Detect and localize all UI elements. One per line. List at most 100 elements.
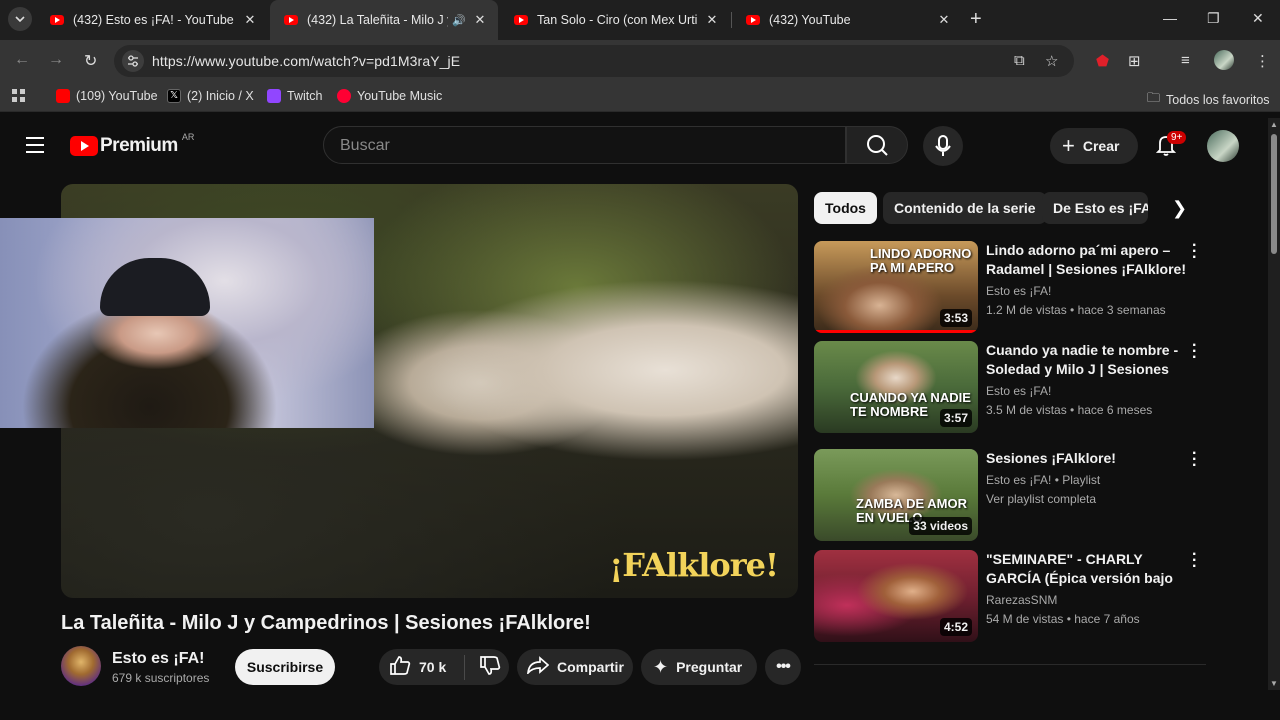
thumbs-up-icon <box>389 655 411 680</box>
rec-channel: Esto es ¡FA! <box>986 284 1052 298</box>
playlist-count-badge: 33 videos <box>909 517 972 535</box>
bookmarks-bar: (109) YouTube 𝕏 (2) Inicio / X Twitch Yo… <box>0 82 1280 112</box>
sparkle-icon: ✦ <box>653 656 669 677</box>
url-text: https://www.youtube.com/watch?v=pd1M3raY… <box>152 53 461 69</box>
scroll-down-icon[interactable]: ▼ <box>1270 679 1278 688</box>
reload-button[interactable]: ↻ <box>84 51 97 71</box>
playlist-thumbnail[interactable]: ZAMBA DE AMOR EN VUELO 33 videos <box>814 449 978 541</box>
all-bookmarks-folder[interactable]: 🗀 Todos los favoritos <box>1147 89 1270 111</box>
close-tab-icon[interactable]: ✕ <box>704 12 720 28</box>
more-vertical-icon[interactable]: · · · <box>1192 238 1197 266</box>
youtube-favicon-icon <box>746 15 760 25</box>
more-vertical-icon[interactable]: · · · <box>1192 446 1197 474</box>
create-button[interactable]: + Crear <box>1050 128 1138 164</box>
dislike-button[interactable] <box>479 655 501 679</box>
tab-title: (432) Esto es ¡FA! - YouTube <box>73 13 234 27</box>
channel-name[interactable]: Esto es ¡FA! <box>112 650 204 668</box>
browser-tab[interactable]: Tan Solo - Ciro (con Mex Urtizb ✕ <box>500 4 730 36</box>
browser-tab-active[interactable]: (432) La Taleñita - Milo J y C 🔊 ✕ <box>270 0 498 40</box>
chevron-right-icon[interactable]: ❯ <box>1172 198 1187 219</box>
chip-channel[interactable]: De Esto es ¡FA! <box>1042 192 1148 224</box>
video-thumbnail[interactable]: CUANDO YA NADIE TE NOMBRE 3:57 <box>814 341 978 433</box>
rec-meta: 1.2 M de vistas • hace 3 semanas <box>986 303 1166 317</box>
close-tab-icon[interactable]: ✕ <box>472 12 488 28</box>
bookmark-item[interactable]: YouTube Music <box>337 89 442 103</box>
ask-button[interactable]: ✦ Preguntar <box>641 649 757 685</box>
microphone-icon <box>935 135 951 156</box>
subscribe-button[interactable]: Suscribirse <box>235 649 335 685</box>
more-vertical-icon[interactable]: · · · <box>1192 338 1197 366</box>
rec-title: Cuando ya nadie te nombre - Soledad y Mi… <box>986 342 1179 381</box>
recommended-video[interactable]: LINDO ADORNO PA MI APERO 3:53 Lindo ador… <box>814 238 1214 333</box>
plus-icon: + <box>1062 133 1075 158</box>
recommended-video[interactable]: 4:52 "SEMINARE" - CHARLY GARCÍA (Épica v… <box>814 547 1214 642</box>
install-app-icon[interactable]: ⧉ <box>1014 52 1025 69</box>
rec-title: Lindo adorno pa´mi apero – Radamel | Ses… <box>986 242 1186 277</box>
duration-badge: 3:57 <box>939 409 972 427</box>
chip-todos[interactable]: Todos <box>814 192 877 224</box>
youtube-music-icon <box>337 89 351 103</box>
voice-search-button[interactable] <box>923 126 963 166</box>
like-dislike-group: 70 k <box>379 649 509 685</box>
search-placeholder: Buscar <box>340 137 390 154</box>
menu-dots-icon[interactable]: ⋮ <box>1255 52 1270 70</box>
close-window-button[interactable]: ✕ <box>1252 10 1264 27</box>
hamburger-menu-icon[interactable] <box>26 137 44 158</box>
bookmark-item[interactable]: 𝕏 (2) Inicio / X <box>167 89 254 103</box>
search-icon <box>867 135 888 156</box>
media-control-icon[interactable]: ≡ <box>1181 52 1190 69</box>
back-button[interactable]: ← <box>14 51 30 69</box>
scrollbar-thumb[interactable] <box>1271 134 1277 254</box>
search-button[interactable] <box>846 126 908 164</box>
page-scrollbar[interactable]: ▲ ▼ <box>1268 118 1280 690</box>
youtube-premium-logo[interactable]: Premium AR <box>70 132 195 157</box>
duration-badge: 4:52 <box>939 618 972 636</box>
tab-search-button[interactable] <box>8 7 32 31</box>
tab-title: (432) La Taleñita - Milo J y C <box>307 13 448 27</box>
chip-series[interactable]: Contenido de la serie <box>883 192 1047 224</box>
rec-meta: 3.5 M de vistas • hace 6 meses <box>986 403 1153 417</box>
bookmark-label: (109) YouTube <box>76 89 158 103</box>
address-bar[interactable]: https://www.youtube.com/watch?v=pd1M3raY… <box>114 45 1074 77</box>
recommended-video[interactable]: CUANDO YA NADIE TE NOMBRE 3:57 Cuando ya… <box>814 338 1214 433</box>
bookmark-item[interactable]: (109) YouTube <box>56 89 158 103</box>
account-avatar[interactable] <box>1207 130 1239 162</box>
tab-title: Tan Solo - Ciro (con Mex Urtizb <box>537 13 698 27</box>
scroll-up-icon[interactable]: ▲ <box>1270 120 1278 129</box>
chevron-down-icon <box>15 16 25 22</box>
like-button[interactable]: 70 k <box>389 654 465 680</box>
recommended-playlist[interactable]: ZAMBA DE AMOR EN VUELO 33 videos Sesione… <box>814 446 1214 541</box>
logo-text: Premium <box>100 135 178 156</box>
close-tab-icon[interactable]: ✕ <box>242 12 258 28</box>
thumbnail-text: LINDO ADORNO PA MI APERO <box>870 246 972 275</box>
site-info-icon[interactable] <box>122 50 144 72</box>
minimize-button[interactable]: — <box>1163 10 1177 26</box>
channel-avatar[interactable] <box>61 646 101 686</box>
new-tab-button[interactable]: + <box>970 9 982 29</box>
profile-avatar[interactable] <box>1214 50 1234 70</box>
bookmark-item[interactable]: Twitch <box>267 89 322 103</box>
extension-shield-icon[interactable]: ⬟ <box>1096 52 1109 70</box>
forward-button[interactable]: → <box>48 51 64 69</box>
country-code: AR <box>181 132 195 142</box>
audio-playing-icon[interactable]: 🔊 <box>452 14 466 27</box>
rec-channel: Esto es ¡FA! • Playlist <box>986 473 1101 487</box>
video-thumbnail[interactable]: 4:52 <box>814 550 978 642</box>
bookmark-star-icon[interactable]: ☆ <box>1045 52 1058 70</box>
share-button[interactable]: Compartir <box>517 649 633 685</box>
restore-button[interactable]: ❐ <box>1207 10 1220 27</box>
extensions-puzzle-icon[interactable]: ⊞ <box>1128 52 1141 70</box>
view-playlist-link[interactable]: Ver playlist completa <box>986 492 1096 506</box>
video-thumbnail[interactable]: LINDO ADORNO PA MI APERO 3:53 <box>814 241 978 333</box>
thumbs-down-icon <box>480 655 501 675</box>
rec-title: "SEMINARE" - CHARLY GARCÍA (Épica versió… <box>986 551 1173 590</box>
apps-grid-icon[interactable] <box>12 89 26 103</box>
close-tab-icon[interactable]: ✕ <box>936 12 952 28</box>
more-actions-button[interactable]: ••• <box>765 649 801 685</box>
browser-tab[interactable]: (432) YouTube ✕ <box>732 4 962 36</box>
tab-title: (432) YouTube <box>769 13 851 27</box>
more-vertical-icon[interactable]: · · · <box>1192 547 1197 575</box>
browser-tab[interactable]: (432) Esto es ¡FA! - YouTube ✕ <box>36 4 268 36</box>
search-input[interactable]: Buscar <box>323 126 846 164</box>
share-label: Compartir <box>557 659 624 675</box>
